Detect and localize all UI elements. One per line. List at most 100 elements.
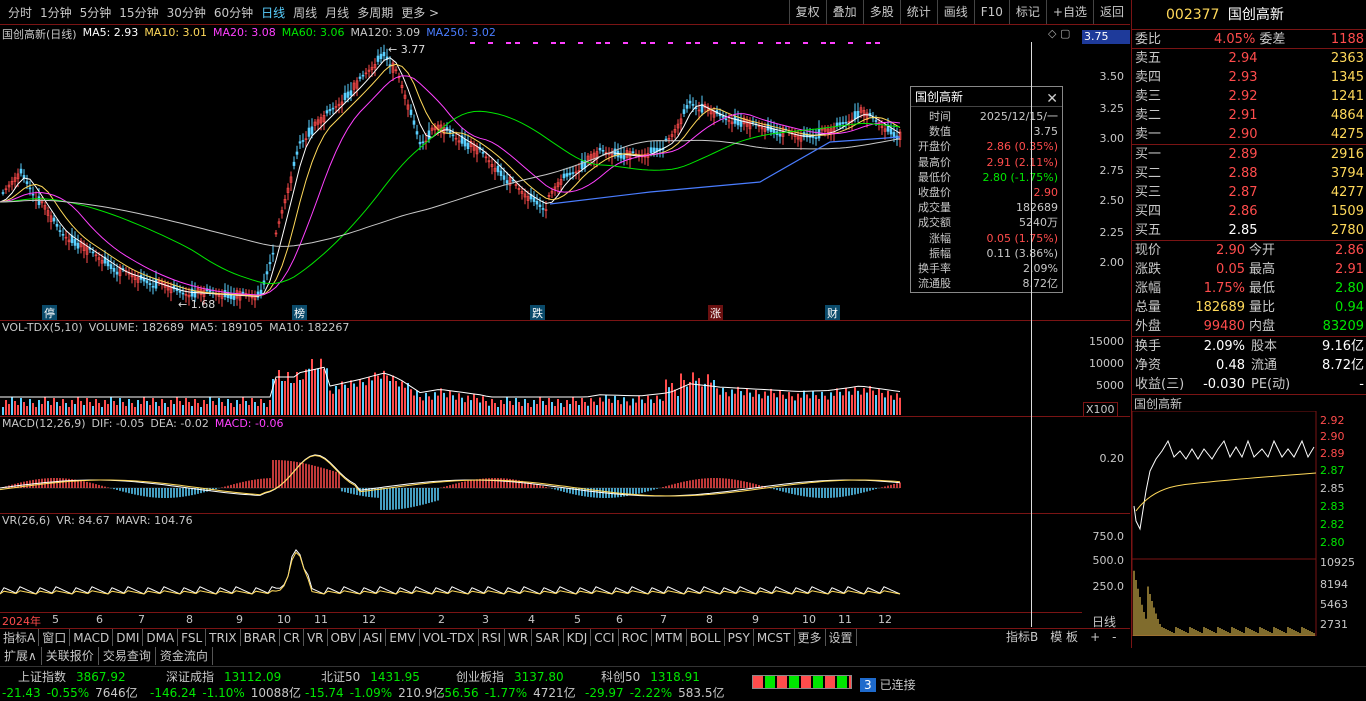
tool-button[interactable]: 叠加 (825, 0, 863, 24)
volume-bar (506, 397, 508, 415)
indicator-tab[interactable]: 设置 (826, 629, 857, 646)
indicator-tab-right[interactable]: 指标B (1000, 629, 1044, 646)
extension-tab[interactable]: 资金流向 (156, 647, 213, 665)
order-book-row[interactable]: 买五 2.85 2780 (1132, 221, 1366, 240)
indicator-tab[interactable]: ROC (619, 629, 652, 646)
order-book-row[interactable]: 买一 2.89 2916 (1132, 145, 1366, 164)
indicator-tab[interactable]: DMA (143, 629, 179, 646)
indicator-tab[interactable]: TRIX (206, 629, 241, 646)
volume-bar (671, 383, 673, 415)
extension-tab[interactable]: 扩展∧ (0, 647, 42, 665)
order-book-row[interactable]: 卖三 2.92 1241 (1132, 87, 1366, 106)
period-tab[interactable]: 60分钟 (210, 4, 257, 21)
indicator-tab[interactable]: CR (280, 629, 304, 646)
order-book-row[interactable]: 卖二 2.91 4864 (1132, 106, 1366, 125)
index-top[interactable]: 科创50 1318.91 (601, 668, 700, 685)
tool-button[interactable]: 复权 (788, 0, 826, 24)
event-marker[interactable]: 跌 (530, 305, 545, 321)
tool-button[interactable]: 画线 (936, 0, 974, 24)
indicator-tab[interactable]: OBV (328, 629, 361, 646)
period-tab[interactable]: 15分钟 (115, 4, 162, 21)
indicator-tab[interactable]: BOLL (687, 629, 725, 646)
indicator-tab-right[interactable]: - (1106, 629, 1122, 646)
volume-bar (2, 407, 4, 415)
period-tab[interactable]: 周线 (289, 4, 321, 21)
indicator-tab[interactable]: EMV (386, 629, 420, 646)
order-book-row[interactable]: 卖一 2.90 4275 (1132, 125, 1366, 144)
volume-bar (614, 395, 616, 415)
indicator-tab-right[interactable]: 模 板 (1044, 629, 1084, 646)
low-label: 1.68 (190, 298, 216, 311)
order-book-row[interactable]: 买二 2.88 3794 (1132, 164, 1366, 183)
event-marker[interactable]: 榜 (292, 305, 307, 321)
event-marker[interactable]: 财 (825, 305, 840, 321)
period-tab[interactable]: 1分钟 (36, 4, 76, 21)
volume-bar (230, 403, 232, 415)
extension-tab[interactable]: 关联报价 (42, 647, 99, 665)
tool-button[interactable]: 统计 (899, 0, 937, 24)
volume-bar (86, 398, 88, 415)
period-tab[interactable]: 5分钟 (76, 4, 116, 21)
volume-bar (482, 396, 484, 415)
indicator-tab-right[interactable]: + (1084, 629, 1106, 646)
period-tab[interactable]: 日线 (257, 4, 289, 21)
tool-button[interactable]: 多股 (862, 0, 900, 24)
indicator-tab[interactable]: MCST (754, 629, 795, 646)
order-book-row[interactable]: 卖四 2.93 1345 (1132, 68, 1366, 87)
volume-bar (701, 386, 703, 415)
indicator-tab[interactable]: SAR (532, 629, 564, 646)
indicator-tab[interactable]: FSL (178, 629, 207, 646)
tooltip-row: 数值 3.75 (911, 124, 1062, 139)
indicator-tab[interactable]: MTM (652, 629, 687, 646)
order-book-row[interactable]: 买三 2.87 4277 (1132, 183, 1366, 202)
tool-button[interactable]: F10 (973, 0, 1009, 24)
index-pct: -1.09% (349, 686, 393, 700)
candle-body (265, 271, 269, 275)
volume-bar (155, 402, 157, 415)
indicator-tab[interactable]: VOL-TDX (420, 629, 479, 646)
period-tab[interactable]: 分时 (4, 4, 36, 21)
indicator-tab[interactable]: RSI (479, 629, 506, 646)
indicator-tab[interactable]: VR (304, 629, 328, 646)
volume-bar (383, 370, 385, 415)
intraday-mini-chart[interactable]: 2.92 2.90 2.89 2.87 2.85 2.83 2.82 2.80 10925 819… (1132, 411, 1366, 636)
close-icon[interactable]: ✕ (1046, 89, 1058, 109)
indicator-tab[interactable]: MACD (70, 629, 114, 646)
indicator-tab[interactable]: KDJ (564, 629, 592, 646)
indicator-tab[interactable]: 指标A (0, 629, 40, 646)
event-marker[interactable]: 涨 (708, 305, 723, 321)
indicator-tab[interactable]: DMI (113, 629, 144, 646)
indicator-tab[interactable]: PSY (725, 629, 754, 646)
tool-button[interactable]: +自选 (1045, 0, 1093, 24)
indicator-tab[interactable]: WR (505, 629, 533, 646)
period-tab[interactable]: 多周期 (353, 4, 397, 21)
volume-chart[interactable] (0, 337, 1082, 415)
quote-panel: 002377 国创高新 委比 4.05% 委差 1188 卖五 2.94 2363 卖四 2… (1131, 0, 1366, 648)
index-top[interactable]: 创业板指 3137.80 (456, 668, 564, 685)
volume-bar (137, 400, 139, 415)
tool-button[interactable]: 返回 (1092, 0, 1130, 24)
event-marker[interactable]: 停 (42, 305, 57, 321)
index-top[interactable]: 北证50 1431.95 (321, 668, 420, 685)
macd-chart[interactable] (0, 432, 1082, 512)
vr-chart[interactable] (0, 530, 1082, 610)
connection-status[interactable]: 3 已连接 (860, 676, 916, 693)
volume-bar (113, 401, 115, 415)
period-tab[interactable]: 30分钟 (163, 4, 210, 21)
order-book-row[interactable]: 卖五 2.94 2363 (1132, 49, 1366, 68)
indicator-tab[interactable]: BRAR (241, 629, 281, 646)
price-axis-icons[interactable]: ◇ ▢ (1048, 27, 1070, 40)
indicator-tab[interactable]: CCI (591, 629, 619, 646)
index-top[interactable]: 深证成指 13112.09 (166, 668, 281, 685)
indicator-tab[interactable]: 窗口 (39, 629, 71, 646)
tool-button[interactable]: 标记 (1008, 0, 1046, 24)
indicator-tab[interactable]: 更多 (795, 629, 826, 646)
period-tab[interactable]: 月线 (321, 4, 353, 21)
period-tab[interactable]: 更多 > (397, 4, 443, 21)
volume-bar (740, 391, 742, 415)
order-book-row[interactable]: 买四 2.86 1509 (1132, 202, 1366, 221)
candle-body (502, 175, 506, 180)
index-top[interactable]: 上证指数 3867.92 (18, 668, 126, 685)
extension-tab[interactable]: 交易查询 (99, 647, 156, 665)
indicator-tab[interactable]: ASI (360, 629, 387, 646)
